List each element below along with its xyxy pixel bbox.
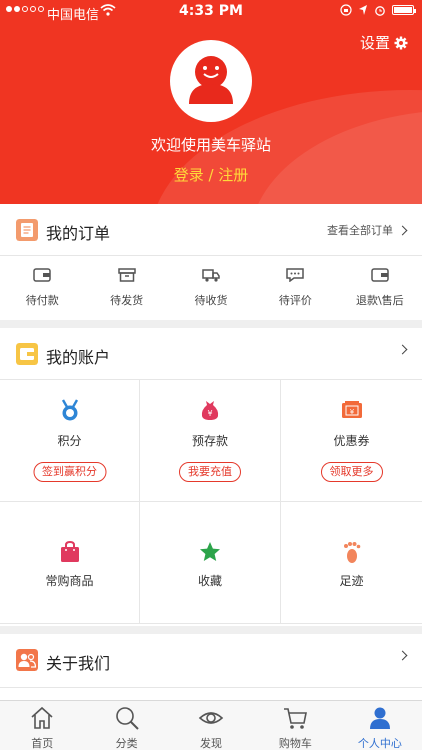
about-us-title: 关于我们 bbox=[46, 654, 111, 673]
coupon-label: 优惠券 bbox=[333, 434, 370, 448]
get-more-coupons-button[interactable]: 领取更多 bbox=[320, 462, 383, 482]
chevron-right-icon bbox=[397, 225, 408, 235]
chevron-right-icon[interactable] bbox=[397, 650, 408, 661]
order-status-refund[interactable]: 退款\售后 bbox=[338, 256, 422, 318]
account-grid: 积分 签到赢积分 ¥ 预存款 我要充值 ¥ 优惠券 领取更多 常购商品 收藏 足… bbox=[0, 380, 422, 624]
order-status-pending-review[interactable]: 待评价 bbox=[253, 256, 337, 318]
gear-icon bbox=[394, 36, 408, 49]
tab-category[interactable]: 分类 bbox=[84, 701, 168, 750]
lock-rotation-icon bbox=[340, 4, 352, 16]
alarm-icon bbox=[375, 6, 385, 16]
tab-label: 购物车 bbox=[278, 737, 312, 750]
frequent-products-label: 常购商品 bbox=[45, 574, 94, 588]
account-wallet-icon bbox=[16, 343, 38, 365]
account-section: 我的账户 积分 签到赢积分 ¥ 预存款 我要充值 ¥ 优惠券 领取更多 常购商品… bbox=[0, 328, 422, 626]
eye-icon bbox=[198, 712, 224, 724]
orders-title: 我的订单 bbox=[46, 224, 111, 243]
favorites-cell[interactable]: 收藏 bbox=[140, 502, 281, 624]
svg-text:¥: ¥ bbox=[349, 408, 354, 416]
status-bar: 中国电信 4:33 PM bbox=[0, 0, 422, 24]
view-all-orders-label: 查看全部订单 bbox=[327, 224, 393, 237]
comment-icon bbox=[286, 268, 305, 282]
order-status-label: 退款\售后 bbox=[355, 294, 404, 307]
order-status-pending-payment[interactable]: 待付款 bbox=[0, 256, 84, 318]
person-icon bbox=[369, 707, 390, 729]
tab-label: 发现 bbox=[200, 737, 223, 750]
view-all-orders-link[interactable]: 查看全部订单 bbox=[327, 222, 408, 238]
tab-home[interactable]: 首页 bbox=[0, 701, 84, 750]
frequent-products-cell[interactable]: 常购商品 bbox=[0, 502, 140, 624]
refund-icon bbox=[371, 268, 389, 282]
favorites-label: 收藏 bbox=[197, 574, 222, 588]
coupon-cell[interactable]: ¥ 优惠券 领取更多 bbox=[281, 380, 422, 502]
footprint-label: 足迹 bbox=[339, 574, 364, 588]
chevron-right-icon[interactable] bbox=[397, 344, 408, 355]
tab-label: 首页 bbox=[31, 737, 54, 750]
cart-icon bbox=[284, 708, 308, 729]
points-label: 积分 bbox=[57, 434, 82, 448]
points-cell[interactable]: 积分 签到赢积分 bbox=[0, 380, 140, 502]
profile-header: 中国电信 4:33 PM 设置 欢迎使用美车驿站 登录 / 注册 bbox=[0, 0, 422, 204]
welcome-text: 欢迎使用美车驿站 bbox=[150, 136, 271, 154]
settings-button[interactable]: 设置 bbox=[360, 32, 408, 53]
home-icon bbox=[31, 706, 53, 729]
order-status-label: 待评价 bbox=[278, 294, 312, 307]
deposit-label: 预存款 bbox=[191, 434, 228, 448]
orders-header[interactable]: 我的订单 查看全部订单 bbox=[0, 204, 422, 256]
about-section: 关于我们 bbox=[0, 634, 422, 700]
bottom-tab-bar: 首页 分类 发现 购物车 个人中心 bbox=[0, 700, 422, 750]
order-list-icon bbox=[16, 219, 38, 241]
footprint-icon bbox=[343, 542, 360, 563]
check-in-points-button[interactable]: 签到赢积分 bbox=[33, 462, 106, 482]
tab-label: 个人中心 bbox=[357, 737, 402, 750]
account-header[interactable]: 我的账户 bbox=[0, 328, 422, 380]
star-icon bbox=[200, 542, 220, 561]
deposit-cell[interactable]: ¥ 预存款 我要充值 bbox=[140, 380, 281, 502]
settings-label: 设置 bbox=[359, 34, 390, 52]
money-bag-icon: ¥ bbox=[201, 401, 219, 420]
order-status-label: 待收货 bbox=[194, 294, 228, 307]
truck-icon bbox=[202, 269, 220, 282]
footprint-cell[interactable]: 足迹 bbox=[281, 502, 422, 624]
orders-section: 我的订单 查看全部订单 待付款 待发货 待收货 待评价 退款\售后 bbox=[0, 204, 422, 320]
medal-icon bbox=[61, 399, 78, 421]
order-status-pending-shipment[interactable]: 待发货 bbox=[84, 256, 168, 318]
tab-discover[interactable]: 发现 bbox=[169, 701, 253, 750]
tab-cart[interactable]: 购物车 bbox=[253, 701, 337, 750]
order-status-row: 待付款 待发货 待收货 待评价 退款\售后 bbox=[0, 256, 422, 318]
login-register-link[interactable]: 登录 / 注册 bbox=[0, 164, 422, 185]
coupon-icon: ¥ bbox=[341, 401, 362, 418]
box-icon bbox=[117, 268, 136, 282]
location-icon bbox=[359, 5, 367, 15]
account-title: 我的账户 bbox=[46, 348, 111, 367]
order-status-pending-receipt[interactable]: 待收货 bbox=[169, 256, 253, 318]
search-icon bbox=[115, 707, 139, 730]
order-status-label: 待付款 bbox=[25, 294, 59, 307]
battery-icon bbox=[392, 5, 416, 15]
wallet-icon bbox=[33, 268, 51, 282]
shopping-bag-icon bbox=[60, 540, 79, 562]
user-avatar-icon bbox=[189, 56, 233, 104]
tab-profile[interactable]: 个人中心 bbox=[338, 701, 422, 750]
recharge-button[interactable]: 我要充值 bbox=[179, 462, 241, 482]
about-us-icon bbox=[16, 649, 38, 671]
order-status-label: 待发货 bbox=[110, 294, 144, 307]
avatar[interactable] bbox=[170, 40, 252, 122]
tab-label: 分类 bbox=[115, 737, 138, 750]
svg-text:¥: ¥ bbox=[207, 409, 212, 418]
about-us-row[interactable]: 关于我们 bbox=[0, 634, 422, 688]
